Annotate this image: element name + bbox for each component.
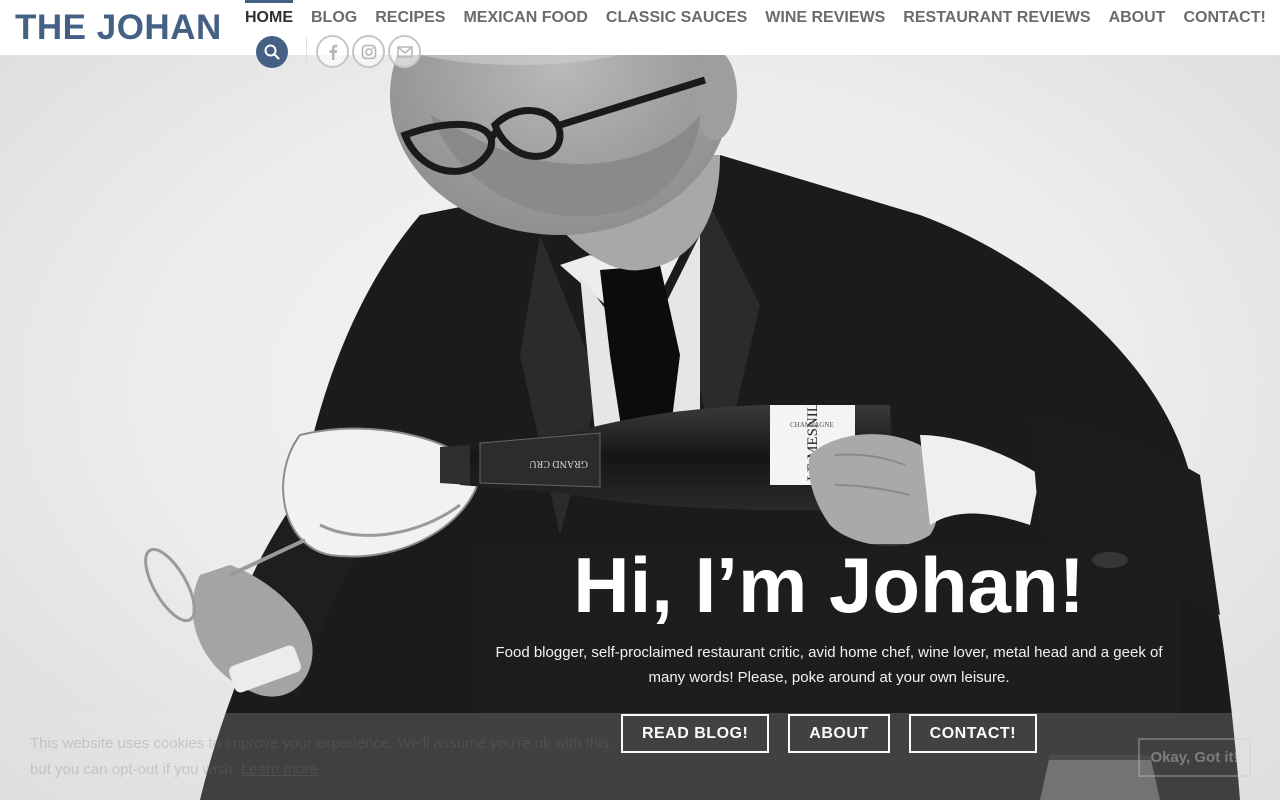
hero-description: Food blogger, self-proclaimed restaurant… <box>495 644 1163 686</box>
email-icon <box>396 45 413 58</box>
email-button[interactable] <box>388 35 421 68</box>
cookie-message: This website uses cookies to improve you… <box>30 735 614 778</box>
facebook-button[interactable] <box>316 35 349 68</box>
nav-item-mexican-food[interactable]: MEXICAN FOOD <box>454 0 596 36</box>
main-nav: HOME BLOG RECIPES MEXICAN FOOD CLASSIC S… <box>236 0 1275 36</box>
nav-item-home[interactable]: HOME <box>236 0 302 36</box>
site-header: THE JOHAN HOME BLOG RECIPES MEXICAN FOOD… <box>0 0 1280 68</box>
instagram-button[interactable] <box>352 35 385 68</box>
bottle-neck-label: GRAND CRU <box>529 458 588 469</box>
nav-item-classic-sauces[interactable]: CLASSIC SAUCES <box>597 0 756 36</box>
site-logo[interactable]: THE JOHAN <box>15 8 222 48</box>
nav-item-contact[interactable]: CONTACT! <box>1174 0 1274 36</box>
hero-title: Hi, I’m Johan! <box>573 541 1085 629</box>
nav-item-about[interactable]: ABOUT <box>1100 0 1175 36</box>
cookie-notice: This website uses cookies to improve you… <box>0 713 1280 800</box>
bottle-brand-label: CHAMPAGNE <box>790 421 834 429</box>
nav-item-blog[interactable]: BLOG <box>302 0 366 36</box>
cookie-accept-button[interactable]: Okay, Got it! <box>1138 738 1251 777</box>
nav-item-restaurant-reviews[interactable]: RESTAURANT REVIEWS <box>894 0 1099 36</box>
hero-banner: GRAND CRU LE MESNIL CHAMPAGNE Hi, I’m Jo… <box>0 55 1280 800</box>
nav-item-wine-reviews[interactable]: WINE REVIEWS <box>756 0 894 36</box>
header-divider <box>306 38 307 66</box>
cookie-text-block: This website uses cookies to improve you… <box>30 731 630 783</box>
search-icon <box>264 44 280 60</box>
search-button[interactable] <box>256 36 288 68</box>
cookie-learn-more-link[interactable]: Learn more <box>241 761 318 778</box>
instagram-icon <box>361 44 376 59</box>
facebook-icon <box>329 44 337 60</box>
nav-item-recipes[interactable]: RECIPES <box>366 0 454 36</box>
